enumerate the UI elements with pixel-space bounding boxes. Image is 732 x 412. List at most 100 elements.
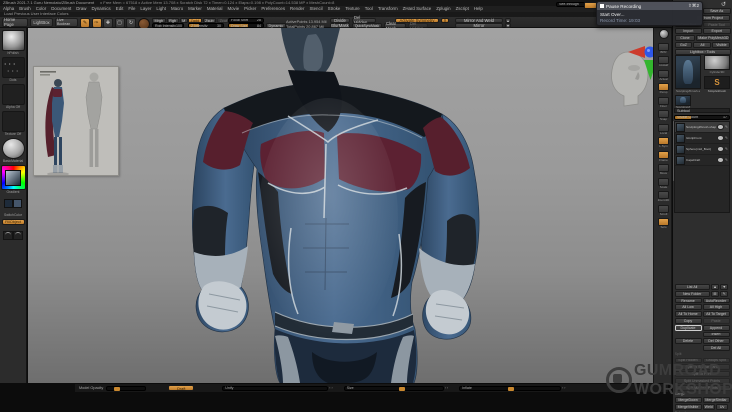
tool-button[interactable]: Clone (674, 35, 696, 41)
subtool-row[interactable]: Sphere(mid_Boot) ✎ (675, 144, 729, 155)
reset-icon[interactable]: ↺ (721, 1, 726, 8)
mirror-and-weld-button[interactable]: Mirror And Weld (455, 18, 503, 23)
stepper-arrows[interactable]: ‹ › (562, 386, 565, 390)
edit-icon[interactable]: ✎ (725, 136, 728, 140)
menu-item[interactable]: Help (474, 6, 483, 11)
subtool-op-button[interactable]: Split Hidden (674, 357, 702, 364)
tool-thumbnail[interactable]: S SimpleBrush (704, 76, 730, 93)
visibility-eye-icon[interactable] (716, 146, 724, 152)
right-shelf-button[interactable]: Zoom3D (654, 191, 673, 204)
start-over-item[interactable]: Start Over... (597, 10, 702, 17)
edit-icon[interactable]: ✎ (725, 158, 728, 162)
subtool-op-button[interactable]: All High (702, 304, 730, 311)
subtool-op-button[interactable]: Rename (674, 297, 702, 304)
subtool-op-button[interactable]: Split Unmasked Points (674, 377, 730, 384)
live-boolean-button[interactable]: Live Boolean (55, 17, 78, 27)
subtool-op-button[interactable]: Split To Similar Parts (674, 364, 730, 371)
edit-icon[interactable]: ✎ (725, 147, 728, 151)
menu-item[interactable]: Zplugin (436, 6, 450, 11)
color-picker[interactable] (0, 165, 26, 191)
visibility-eye-icon[interactable] (716, 135, 724, 141)
subtool-header[interactable]: Subtool (674, 108, 730, 113)
right-shelf-button[interactable]: Snap (654, 110, 673, 123)
home-page-button[interactable]: Home Page (2, 17, 28, 27)
right-shelf-button[interactable]: Move (654, 164, 673, 177)
size-slider[interactable]: Size (343, 385, 444, 391)
clear-mask-button[interactable]: Clear Mask (384, 21, 406, 31)
menu-item[interactable]: Transform (378, 6, 398, 11)
subtool-op-button[interactable]: AutoReorder (702, 297, 730, 304)
symmetry-x-button[interactable]: X (441, 18, 449, 23)
model-opacity-slider[interactable] (106, 385, 147, 391)
unify-slider[interactable]: Unify (222, 385, 329, 391)
left-shelf-item[interactable]: Alpha Off (1, 84, 25, 109)
subtool-op-button[interactable]: All To Target (702, 311, 730, 317)
right-shelf-button[interactable]: Solo (654, 218, 673, 231)
stepper-arrows[interactable]: ‹ › (329, 386, 332, 390)
subtool-op-button[interactable]: MergeDown (674, 397, 702, 403)
right-shelf-button[interactable]: Persp (654, 83, 673, 96)
subtool-op-button[interactable]: ✎ (720, 290, 729, 297)
right-shelf-button[interactable]: Scale (654, 177, 673, 191)
thumbnail[interactable] (1, 138, 25, 160)
subtool-op-button[interactable]: MergeSimilar (702, 397, 730, 403)
visibility-eye-icon[interactable] (716, 124, 724, 130)
left-shelf-item[interactable]: Texture Off (1, 111, 25, 136)
subtool-row[interactable]: CapeDraft ✎ (675, 155, 729, 166)
menu-item[interactable]: Movie (227, 6, 239, 11)
right-shelf-button[interactable]: L.Sym (654, 137, 673, 150)
draft-button[interactable]: Draft (168, 385, 195, 392)
right-shelf-button[interactable]: Local (654, 123, 673, 137)
subtool-op-button[interactable]: MergeVisible (674, 403, 702, 410)
right-shelf-button[interactable]: Actual (654, 69, 673, 83)
quicksyncmask-button[interactable]: QuickSyncMask (352, 23, 382, 28)
menu-item[interactable]: Edit (116, 6, 124, 11)
tool-button[interactable]: Make PolyMesh3D (696, 35, 731, 41)
tool-button[interactable]: Lightbox › Tools (674, 48, 731, 55)
color-picker-inner[interactable] (5, 169, 21, 186)
stepper-arrows[interactable]: ‹ › (445, 386, 448, 390)
subtool-op-button[interactable]: ▲ (710, 284, 720, 290)
left-shelf-item[interactable]: hPolish (1, 30, 25, 55)
subtool-op-button[interactable]: New Folder (674, 290, 710, 297)
viewport-canvas[interactable] (28, 28, 657, 384)
lightbox-button[interactable]: LightBox (30, 17, 53, 27)
right-shelf-button[interactable]: Frame (654, 150, 673, 164)
subtool-op-button[interactable]: Split To Parts (674, 371, 730, 377)
subtool-row[interactable]: IsGripFront ✎ (675, 133, 729, 144)
subtool-op-button[interactable]: Split (675, 352, 730, 357)
mode-icon-button[interactable]: ✎ (80, 18, 90, 28)
subtool-op-button[interactable]: List All (674, 284, 710, 290)
curve-icon[interactable] (13, 231, 23, 241)
divide-button[interactable]: Divide (330, 18, 350, 23)
mode-icon-button[interactable]: ✚ (103, 18, 113, 28)
subtool-op-button[interactable]: Insert (702, 331, 730, 338)
rgb-intensity-slider[interactable]: Rgb Intensity 100 (152, 23, 184, 28)
subtool-op-button[interactable]: Append (702, 324, 730, 331)
mirror-button[interactable]: Mirror (455, 23, 503, 28)
tool-button[interactable]: Paste Tool (703, 21, 731, 28)
mode-icon-button[interactable]: ✑ (91, 18, 102, 28)
tool-button[interactable]: Export (703, 28, 731, 35)
menu-item[interactable]: Preferences (261, 6, 285, 11)
thumbnail[interactable] (1, 57, 25, 79)
mode-icon-button[interactable]: ↻ (126, 18, 136, 28)
subtool-op-button[interactable]: Copy (674, 317, 702, 324)
subtool-op-button[interactable]: Paste (702, 317, 730, 324)
draw-size-slider[interactable]: Draw Size 84 (228, 23, 264, 28)
tool-button[interactable]: Import (674, 28, 702, 35)
thumbnail[interactable] (1, 30, 25, 52)
menu-item[interactable]: Picker (244, 6, 256, 11)
subtool-op-button[interactable]: Uv (715, 403, 729, 410)
menu-item[interactable]: Tool (365, 6, 373, 11)
subtool-op-button[interactable]: Weld (702, 403, 715, 410)
subtool-op-button[interactable]: Groups Split (702, 357, 730, 364)
right-shelf-button[interactable] (654, 29, 673, 42)
visible-count-slider[interactable]: Visible Count 17 (674, 114, 730, 120)
menu-item[interactable]: Dynamics (91, 6, 110, 11)
subtool-op-button[interactable]: ⊞ (710, 290, 720, 297)
menu-item[interactable]: Stencil (309, 6, 322, 11)
edit-icon[interactable]: ✎ (725, 125, 728, 129)
dynamic-toggle[interactable]: Dynamic (266, 23, 286, 28)
blurmask-button[interactable]: BlurMask (330, 23, 350, 28)
